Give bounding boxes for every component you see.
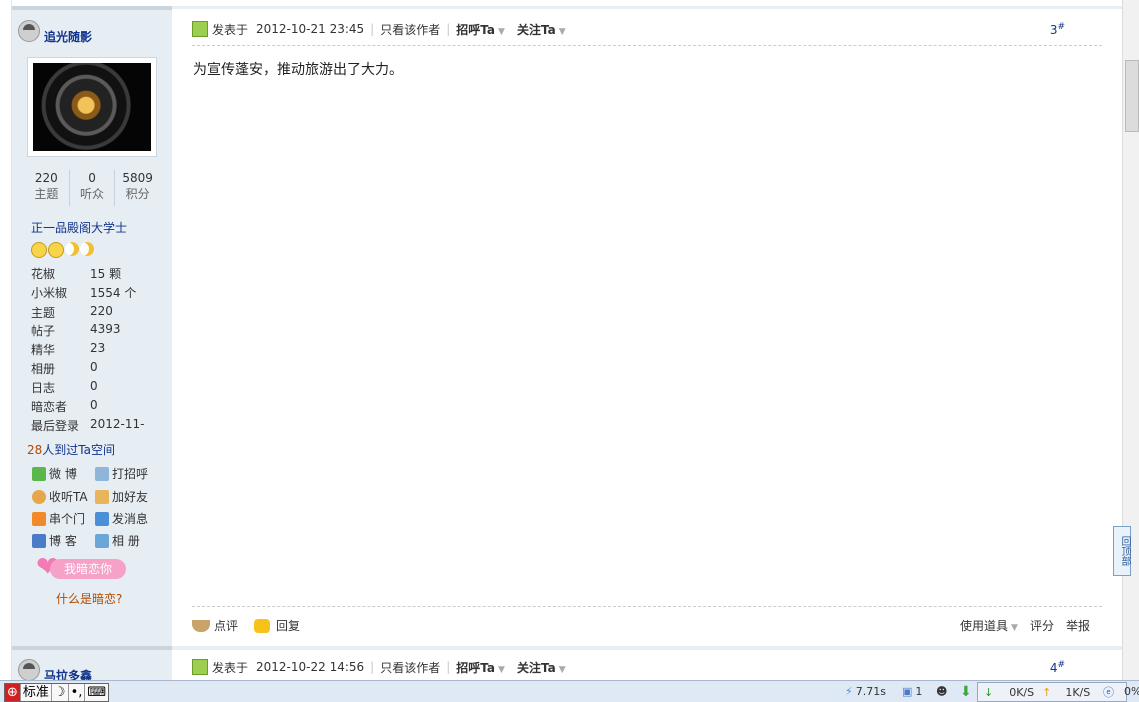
post-header: 发表于 2012-10-22 14:56 | 只看该作者 | 招呼Ta ▼ 关注T…: [192, 657, 1102, 677]
back-to-top-button[interactable]: 回顶部: [1113, 526, 1131, 576]
floor-number[interactable]: 3#: [1050, 22, 1065, 37]
post-time: 2012-10-22 14:56: [256, 660, 365, 674]
handshake-icon: [95, 489, 109, 504]
profile-row: 帖子 4393: [31, 322, 121, 338]
zoom-percent[interactable]: 0%: [1124, 683, 1139, 700]
floor-number[interactable]: 4#: [1050, 660, 1065, 675]
profile-row: 花椒 15 颗: [31, 267, 122, 281]
scroll-thumb[interactable]: [1125, 60, 1139, 132]
follow-ta-menu[interactable]: 关注Ta ▼: [517, 659, 566, 676]
report-button[interactable]: 举报: [1066, 617, 1090, 634]
stat-points[interactable]: 5809 积分: [115, 170, 160, 206]
ie-icon[interactable]: ⓔ: [1103, 683, 1114, 700]
only-author-link[interactable]: 只看该作者: [380, 659, 440, 676]
forum-thread-page: 追光随影 220 主题 0 听众 5809 积分 正一品殿阁大学士 花椒 15 颗…: [0, 0, 1139, 702]
ime-mode[interactable]: 标准: [21, 684, 52, 701]
greet-ta-menu[interactable]: 招呼Ta ▼: [456, 659, 505, 676]
post-divider: [172, 6, 1122, 9]
crush-button[interactable]: ❤ 我暗恋你: [36, 553, 128, 582]
left-margin: [0, 0, 12, 701]
use-tool-menu[interactable]: 使用道具 ▼: [960, 617, 1018, 634]
download-icon[interactable]: ⬇: [960, 683, 972, 700]
profile-row: 主题 220: [31, 304, 113, 320]
follow-ta-menu[interactable]: 关注Ta ▼: [517, 21, 566, 38]
sun-icon: [31, 242, 47, 258]
profile-row: 相册 0: [31, 360, 98, 376]
footer-divider: [192, 606, 1102, 607]
profile-row: 精华 23: [31, 341, 106, 357]
user-status-icon[interactable]: ☻: [936, 683, 947, 700]
coffee-cup-icon: [192, 619, 210, 632]
stat-topics[interactable]: 220 主题: [24, 170, 70, 206]
users-icon: [32, 489, 46, 504]
reply-button[interactable]: 回复: [254, 617, 300, 634]
arrow-up-icon: ↑: [1042, 685, 1052, 699]
sun-icon: [48, 242, 64, 258]
level-medals: [31, 242, 94, 260]
home-icon: [32, 511, 46, 526]
greet-link[interactable]: 打招呼: [95, 465, 148, 482]
status-bar: ⊕ 标准 ☽ •, ⌨ ⚡ 7.71s ▣ 1 ☻ ⬇ ↓ 0K/S ↑ 1K/S …: [0, 680, 1139, 702]
visit-link[interactable]: 串个门: [32, 510, 85, 527]
shield-icon: ▣: [902, 685, 913, 698]
add-friend-link[interactable]: 加好友: [95, 488, 148, 505]
lightning-icon: ⚡: [845, 685, 853, 698]
album-link[interactable]: 相 册: [95, 532, 140, 549]
what-is-crush-link[interactable]: 什么是暗恋?: [56, 590, 122, 607]
vertical-scrollbar[interactable]: [1122, 0, 1139, 680]
post-time: 2012-10-21 23:45: [256, 22, 365, 36]
only-author-link[interactable]: 只看该作者: [380, 21, 440, 38]
profile-row: 小米椒 1554 个: [31, 286, 137, 300]
ime-logo-icon[interactable]: ⊕: [5, 684, 21, 701]
keyboard-icon[interactable]: ⌨: [85, 684, 108, 701]
greet-ta-menu[interactable]: 招呼Ta ▼: [456, 21, 505, 38]
weibo-link[interactable]: 微 博: [32, 465, 77, 482]
send-message-link[interactable]: 发消息: [95, 510, 148, 527]
star-icon: [32, 466, 46, 481]
mail-icon: [95, 511, 109, 526]
ime-toolbar[interactable]: ⊕ 标准 ☽ •, ⌨: [4, 683, 110, 702]
author-avatar[interactable]: [27, 57, 157, 157]
load-time[interactable]: ⚡ 7.71s: [845, 683, 886, 700]
chevron-down-icon: ▼: [1011, 623, 1018, 633]
follow-link[interactable]: 收听TA: [32, 488, 88, 505]
stat-listeners[interactable]: 0 听众: [70, 170, 116, 206]
post-content: 为宣传蓬安，推动旅游出了大力。: [193, 62, 403, 78]
moon-icon[interactable]: ☽: [52, 684, 69, 701]
chevron-down-icon: ▼: [558, 26, 566, 37]
space-visitors-link[interactable]: 28人到过Ta空间: [27, 441, 115, 458]
post-footer: 点评 回复 使用道具 ▼ 评分 举报: [192, 617, 1102, 635]
blog-link[interactable]: 博 客: [32, 532, 77, 549]
punctuation-icon[interactable]: •,: [69, 684, 86, 701]
profile-row: 最后登录 2012-11-: [31, 417, 145, 433]
online-user-icon: [192, 21, 208, 37]
wave-icon: [95, 466, 109, 481]
moon-icon: [80, 242, 94, 256]
author-name-link[interactable]: 追光随影: [44, 28, 92, 45]
header-divider: [192, 45, 1102, 46]
speech-bubble-icon: [254, 618, 271, 633]
comment-button[interactable]: 点评: [192, 617, 238, 634]
author-online-icon: [18, 659, 40, 681]
profile-row: 暗恋者 0: [31, 398, 98, 414]
author-rank[interactable]: 正一品殿阁大学士: [31, 219, 127, 236]
post-divider: [172, 646, 1122, 650]
arrow-down-icon: ↓: [984, 685, 994, 699]
chevron-down-icon: ▼: [498, 664, 505, 675]
author-stats: 220 主题 0 听众 5809 积分: [24, 170, 160, 206]
picture-icon: [95, 533, 109, 548]
online-user-icon: [192, 659, 208, 675]
blocked-count[interactable]: ▣ 1: [902, 683, 922, 700]
blog-icon: [32, 533, 46, 548]
camera-lens-image: [33, 63, 151, 151]
post-header: 发表于 2012-10-21 23:45 | 只看该作者 | 招呼Ta ▼ 关注T…: [192, 19, 1102, 39]
moon-icon: [65, 242, 79, 256]
profile-row: 日志 0: [31, 379, 98, 395]
chevron-down-icon: ▼: [498, 26, 505, 37]
rate-button[interactable]: 评分: [1030, 617, 1054, 634]
chevron-down-icon: ▼: [558, 664, 566, 675]
author-online-icon: [18, 20, 40, 42]
